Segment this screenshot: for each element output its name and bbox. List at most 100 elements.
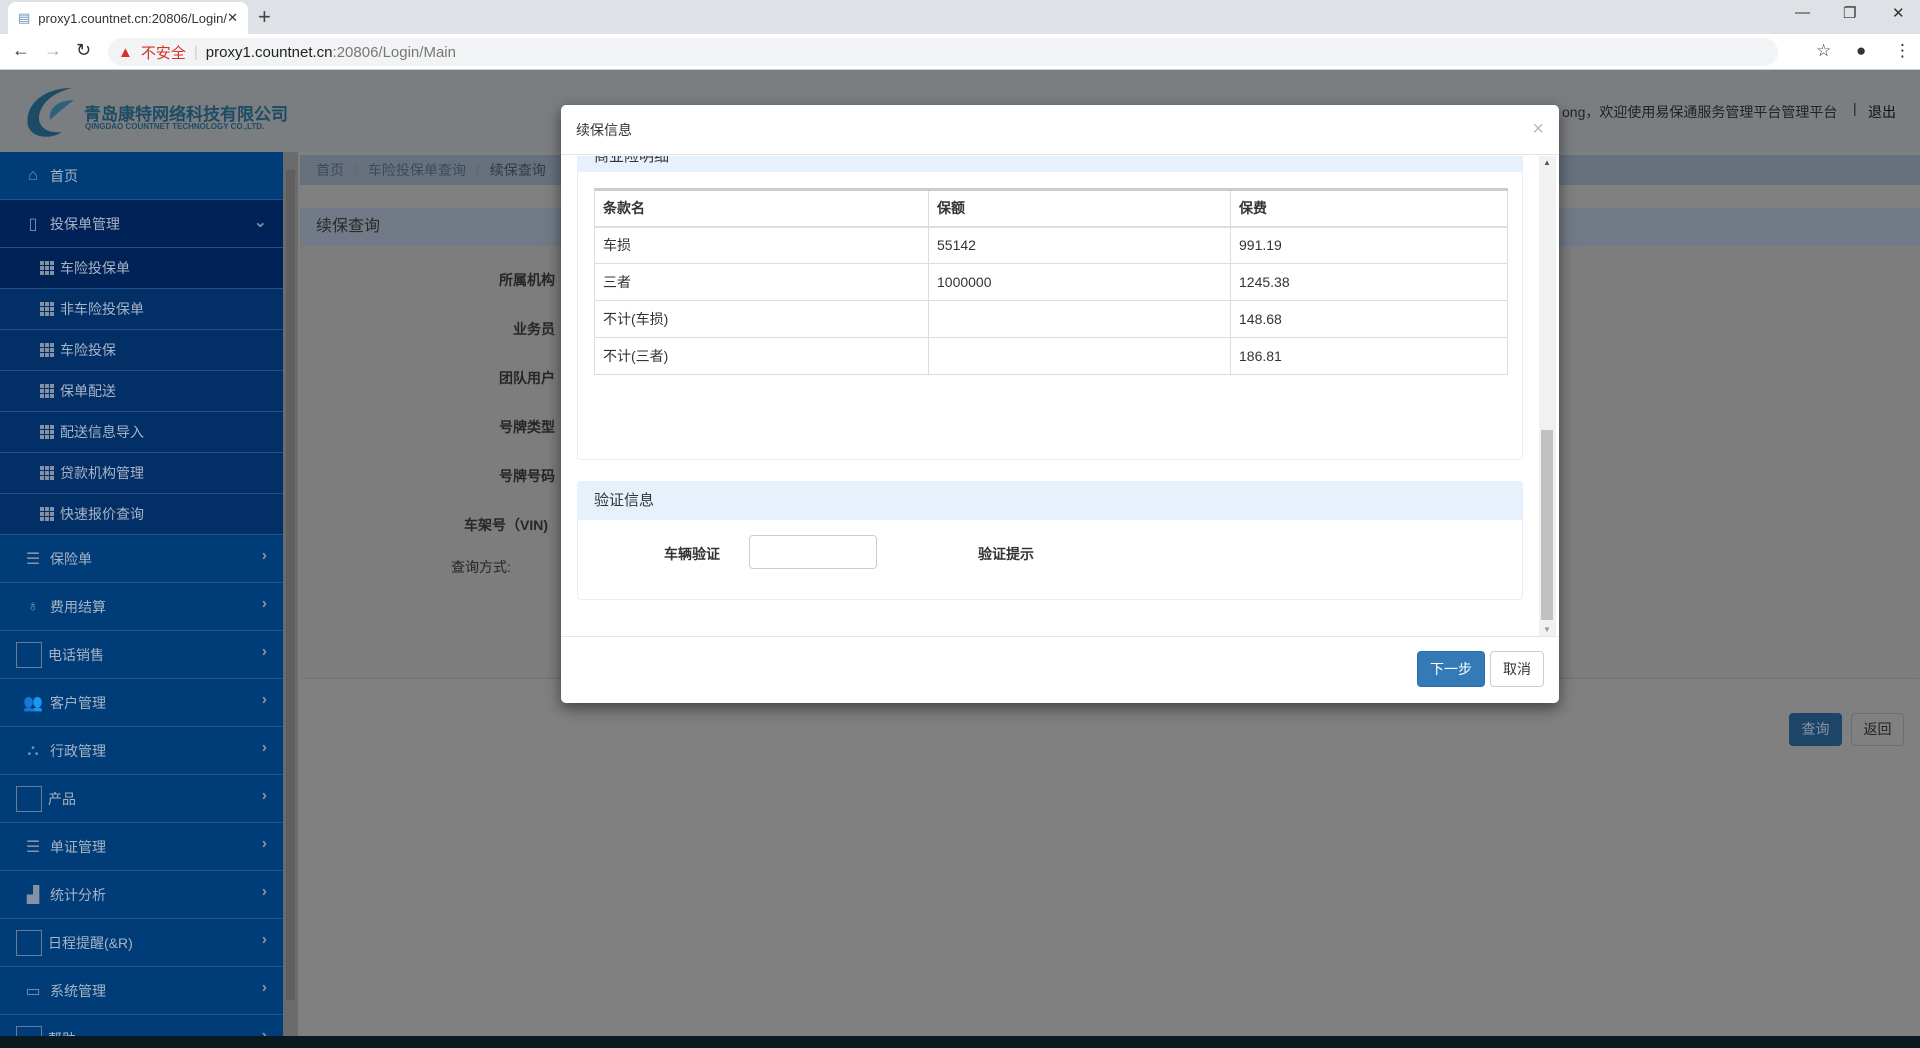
chevron-right-icon: › — [261, 643, 267, 660]
logout-link[interactable]: 退出 — [1868, 102, 1896, 122]
close-tab-icon[interactable]: ✕ — [227, 10, 238, 26]
modal-footer: 下一步 取消 — [561, 636, 1559, 703]
table-cell: 三者 — [594, 263, 929, 301]
close-window-button[interactable]: ✕ — [1892, 4, 1905, 22]
breadcrumb-current: 续保查询 — [489, 162, 546, 178]
table-cell: 186.81 — [1230, 337, 1508, 375]
cancel-button[interactable]: 取消 — [1490, 651, 1544, 687]
sidebar-item[interactable]: 👥 客户管理 › — [0, 679, 283, 727]
bookmark-star-icon[interactable]: ☆ — [1816, 41, 1831, 61]
sidebar-subitem-label: 快速报价查询 — [60, 506, 144, 522]
list-icon: ☰ — [25, 550, 41, 568]
home-icon: ⌂ — [28, 166, 38, 184]
vehicle-verify-input[interactable] — [749, 535, 877, 569]
reload-icon[interactable]: ↻ — [76, 40, 91, 61]
money-bag-icon: ♁ — [27, 597, 39, 615]
sidebar-item-label: 客户管理 — [50, 694, 106, 711]
sidebar-item-label: 行政管理 — [50, 742, 106, 759]
sidebar-subitem[interactable]: 保单配送 — [0, 371, 283, 412]
browser-tab[interactable]: ▤ proxy1.countnet.cn:20806/Login/Main ✕ — [8, 2, 248, 34]
form-label: 业务员 — [513, 321, 555, 337]
empty-icon — [16, 785, 42, 812]
users-icon: 👥 — [23, 694, 43, 712]
grid-icon — [40, 507, 54, 521]
back-button[interactable]: 返回 — [1851, 713, 1904, 746]
sidebar-group-policy[interactable]: ▯ 投保单管理 ⌄ — [0, 200, 283, 248]
grid-icon — [40, 384, 54, 398]
table-cell: 991.19 — [1230, 226, 1508, 264]
sidebar-subitem-label: 贷款机构管理 — [60, 465, 144, 481]
browser-tab-bar: ▤ proxy1.countnet.cn:20806/Login/Main ✕ … — [0, 0, 1920, 34]
sidebar-item-label: 帮助 — [48, 1029, 76, 1037]
empty-icon — [16, 929, 42, 956]
account-icon[interactable]: ● — [1856, 41, 1866, 61]
sidebar-subitem-label: 配送信息导入 — [60, 424, 144, 440]
forward-icon[interactable]: → — [44, 40, 62, 61]
welcome-text: ong，欢迎使用易保通服务管理平台管理平台 — [1562, 104, 1838, 120]
table-row: 不计(三者) 186.81 — [594, 337, 1508, 375]
sidebar-item[interactable]: 帮助 › — [0, 1015, 283, 1036]
taskbar — [0, 1036, 1920, 1048]
new-tab-button[interactable]: + — [258, 4, 271, 30]
sidebar-subitem[interactable]: 贷款机构管理 — [0, 453, 283, 494]
url-path: :20806/Login/Main — [332, 43, 456, 61]
verify-hint-label: 验证提示 — [978, 546, 1034, 562]
sidebar-item[interactable]: ☰ 单证管理 › — [0, 823, 283, 871]
minimize-button[interactable]: — — [1795, 4, 1810, 21]
table-row: 三者 1000000 1245.38 — [594, 263, 1508, 301]
sidebar-item-label: 首页 — [50, 167, 78, 184]
sidebar-subitem[interactable]: 快速报价查询 — [0, 494, 283, 535]
sidebar-item[interactable]: 日程提醒(&R) › — [0, 919, 283, 967]
tab-title: proxy1.countnet.cn:20806/Login/Main — [38, 10, 227, 26]
sidebar-subitem[interactable]: 非车险投保单 — [0, 289, 283, 330]
sidebar-item[interactable]: ☰ 保险单 › — [0, 535, 283, 583]
grid-icon — [40, 466, 54, 480]
table-cell — [928, 337, 1231, 375]
sidebar: ⌂ 首页 ▯ 投保单管理 ⌄ 车险投保单 非车险投保单 车险投保 保单配送配送信息导入 贷款机… — [0, 152, 283, 1036]
chevron-down-icon: ⌄ — [253, 214, 267, 231]
sidebar-item-label: 日程提醒(&R) — [48, 934, 133, 951]
chevron-right-icon: › — [261, 883, 267, 900]
sidebar-item-label: 保险单 — [50, 550, 92, 567]
close-icon[interactable]: × — [1532, 118, 1544, 141]
query-button[interactable]: 查询 — [1789, 713, 1842, 746]
column-header: 保额 — [928, 189, 1231, 228]
restore-button[interactable]: ❐ — [1843, 4, 1856, 22]
sidebar-item[interactable]: 电话销售 › — [0, 631, 283, 679]
sidebar-item-label: 统计分析 — [50, 886, 106, 903]
page-icon: ▤ — [18, 10, 31, 25]
warning-icon: ▲ — [118, 43, 133, 61]
sidebar-item-label: 电话销售 — [48, 646, 104, 663]
renewal-info-modal: 续保信息 × 商业险明细 条款名 保额 保费 车损 55142 991.19 三者 100… — [561, 105, 1559, 703]
sidebar-scroll-thumb[interactable] — [286, 170, 295, 1000]
chevron-right-icon: › — [261, 1027, 267, 1036]
next-step-button[interactable]: 下一步 — [1417, 651, 1485, 687]
sidebar-item[interactable]: ♁ 费用结算 › — [0, 583, 283, 631]
back-icon[interactable]: ← — [12, 40, 30, 61]
modal-scroll-thumb[interactable] — [1541, 430, 1553, 620]
sidebar-item-home[interactable]: ⌂ 首页 — [0, 152, 283, 200]
url-input[interactable]: ▲ 不安全 | proxy1.countnet.cn:20806/Login/M… — [108, 38, 1778, 66]
modal-body: 商业险明细 条款名 保额 保费 车损 55142 991.19 三者 1000000 12… — [561, 156, 1559, 636]
sidebar-item[interactable]: 产品 › — [0, 775, 283, 823]
sidebar-subitem[interactable]: 车险投保单 — [0, 248, 283, 289]
group-icon: ⛬ — [27, 741, 39, 759]
grid-icon — [40, 343, 54, 357]
sidebar-item[interactable]: ⛬ 行政管理 › — [0, 727, 283, 775]
breadcrumb-policy-query[interactable]: 车险投保单查询 — [368, 160, 466, 180]
sidebar-item[interactable]: ▭ 系统管理 › — [0, 967, 283, 1015]
breadcrumb-home[interactable]: 首页 — [316, 160, 344, 180]
menu-icon[interactable]: ⋮ — [1894, 41, 1911, 61]
sidebar-subitem[interactable]: 配送信息导入 — [0, 412, 283, 453]
modal-title: 续保信息 — [576, 121, 632, 138]
table-cell: 55142 — [928, 226, 1231, 264]
table-cell: 不计(三者) — [594, 337, 929, 375]
table-header-row: 条款名 保额 保费 — [594, 189, 1508, 228]
form-label: 团队用户 — [499, 370, 555, 386]
column-header: 保费 — [1230, 189, 1508, 228]
sidebar-item-label: 系统管理 — [50, 982, 106, 999]
table-cell — [928, 300, 1231, 338]
sidebar-item[interactable]: ▟ 统计分析 › — [0, 871, 283, 919]
sidebar-subitem[interactable]: 车险投保 — [0, 330, 283, 371]
chevron-right-icon: › — [261, 787, 267, 804]
